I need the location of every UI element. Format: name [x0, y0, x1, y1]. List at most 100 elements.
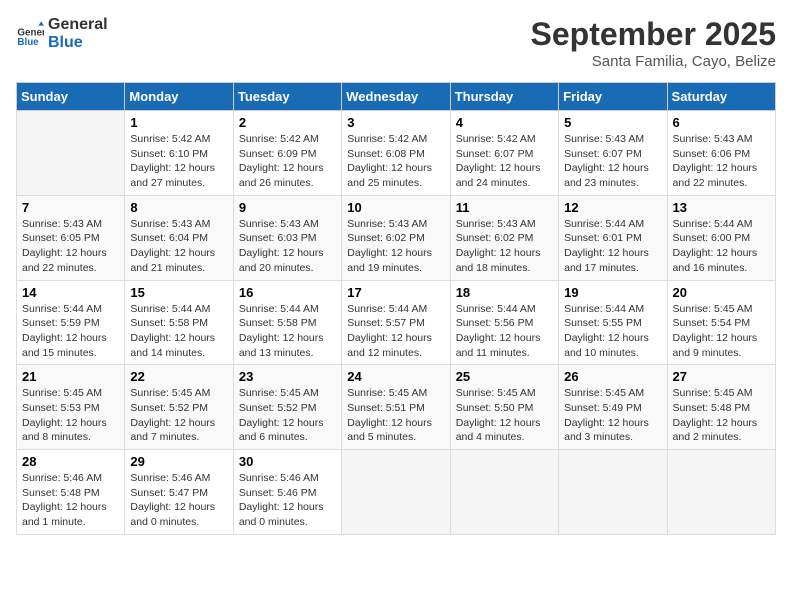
day-cell: 20 Sunrise: 5:45 AMSunset: 5:54 PMDayligh…	[667, 280, 775, 365]
day-detail: Sunrise: 5:43 AMSunset: 6:02 PMDaylight:…	[456, 217, 553, 276]
day-detail: Sunrise: 5:45 AMSunset: 5:51 PMDaylight:…	[347, 386, 444, 445]
day-number: 22	[130, 369, 227, 384]
logo-icon: General Blue	[16, 20, 44, 48]
header-monday: Monday	[125, 83, 233, 111]
day-cell: 4 Sunrise: 5:42 AMSunset: 6:07 PMDaylight…	[450, 111, 558, 196]
day-number: 28	[22, 454, 119, 469]
header-thursday: Thursday	[450, 83, 558, 111]
calendar-header-row: SundayMondayTuesdayWednesdayThursdayFrid…	[17, 83, 776, 111]
day-cell: 13 Sunrise: 5:44 AMSunset: 6:00 PMDayligh…	[667, 195, 775, 280]
day-cell: 11 Sunrise: 5:43 AMSunset: 6:02 PMDayligh…	[450, 195, 558, 280]
day-cell: 23Sunrise: 5:45 AMSunset: 5:52 PMDayligh…	[233, 365, 341, 450]
day-detail: Sunrise: 5:43 AMSunset: 6:05 PMDaylight:…	[22, 217, 119, 276]
day-number: 30	[239, 454, 336, 469]
day-detail: Sunrise: 5:45 AMSunset: 5:54 PMDaylight:…	[673, 302, 770, 361]
day-detail: Sunrise: 5:45 AMSunset: 5:52 PMDaylight:…	[130, 386, 227, 445]
header-sunday: Sunday	[17, 83, 125, 111]
week-row-4: 21Sunrise: 5:45 AMSunset: 5:53 PMDayligh…	[17, 365, 776, 450]
day-detail: Sunrise: 5:45 AMSunset: 5:49 PMDaylight:…	[564, 386, 661, 445]
day-detail: Sunrise: 5:44 AMSunset: 5:59 PMDaylight:…	[22, 302, 119, 361]
day-number: 19	[564, 285, 661, 300]
day-cell: 10 Sunrise: 5:43 AMSunset: 6:02 PMDayligh…	[342, 195, 450, 280]
day-number: 27	[673, 369, 770, 384]
header-wednesday: Wednesday	[342, 83, 450, 111]
day-number: 8	[130, 200, 227, 215]
day-number: 14	[22, 285, 119, 300]
day-detail: Sunrise: 5:46 AMSunset: 5:46 PMDaylight:…	[239, 471, 336, 530]
title-area: September 2025 Santa Familia, Cayo, Beli…	[531, 16, 776, 70]
day-cell: 14 Sunrise: 5:44 AMSunset: 5:59 PMDayligh…	[17, 280, 125, 365]
day-number: 9	[239, 200, 336, 215]
header-friday: Friday	[559, 83, 667, 111]
day-detail: Sunrise: 5:44 AMSunset: 5:58 PMDaylight:…	[239, 302, 336, 361]
day-cell: 9Sunrise: 5:43 AMSunset: 6:03 PMDaylight…	[233, 195, 341, 280]
day-cell: 22 Sunrise: 5:45 AMSunset: 5:52 PMDayligh…	[125, 365, 233, 450]
day-number: 1	[130, 115, 227, 130]
week-row-2: 7Sunrise: 5:43 AMSunset: 6:05 PMDaylight…	[17, 195, 776, 280]
subtitle: Santa Familia, Cayo, Belize	[531, 53, 776, 70]
day-number: 2	[239, 115, 336, 130]
day-detail: Sunrise: 5:46 AMSunset: 5:47 PMDaylight:…	[130, 471, 227, 530]
day-number: 4	[456, 115, 553, 130]
day-cell: 28 Sunrise: 5:46 AMSunset: 5:48 PMDayligh…	[17, 450, 125, 535]
day-cell: 21Sunrise: 5:45 AMSunset: 5:53 PMDayligh…	[17, 365, 125, 450]
day-cell: 16 Sunrise: 5:44 AMSunset: 5:58 PMDayligh…	[233, 280, 341, 365]
day-cell: 7Sunrise: 5:43 AMSunset: 6:05 PMDaylight…	[17, 195, 125, 280]
day-detail: Sunrise: 5:42 AMSunset: 6:10 PMDaylight:…	[130, 132, 227, 191]
day-number: 15	[130, 285, 227, 300]
day-detail: Sunrise: 5:44 AMSunset: 5:56 PMDaylight:…	[456, 302, 553, 361]
day-cell: 30 Sunrise: 5:46 AMSunset: 5:46 PMDayligh…	[233, 450, 341, 535]
day-number: 25	[456, 369, 553, 384]
day-number: 24	[347, 369, 444, 384]
header-saturday: Saturday	[667, 83, 775, 111]
day-number: 26	[564, 369, 661, 384]
day-cell: 24 Sunrise: 5:45 AMSunset: 5:51 PMDayligh…	[342, 365, 450, 450]
day-number: 16	[239, 285, 336, 300]
day-number: 6	[673, 115, 770, 130]
logo-line2: Blue	[48, 34, 108, 52]
day-cell: 12Sunrise: 5:44 AMSunset: 6:01 PMDayligh…	[559, 195, 667, 280]
day-detail: Sunrise: 5:42 AMSunset: 6:08 PMDaylight:…	[347, 132, 444, 191]
day-number: 11	[456, 200, 553, 215]
main-title: September 2025	[531, 16, 776, 53]
day-cell: 2 Sunrise: 5:42 AMSunset: 6:09 PMDaylight…	[233, 111, 341, 196]
day-cell	[450, 450, 558, 535]
day-cell: 25 Sunrise: 5:45 AMSunset: 5:50 PMDayligh…	[450, 365, 558, 450]
day-detail: Sunrise: 5:45 AMSunset: 5:50 PMDaylight:…	[456, 386, 553, 445]
day-cell: 29Sunrise: 5:46 AMSunset: 5:47 PMDayligh…	[125, 450, 233, 535]
day-cell: 8Sunrise: 5:43 AMSunset: 6:04 PMDaylight…	[125, 195, 233, 280]
day-cell	[559, 450, 667, 535]
day-detail: Sunrise: 5:44 AMSunset: 6:00 PMDaylight:…	[673, 217, 770, 276]
day-cell	[17, 111, 125, 196]
logo: General Blue General Blue	[16, 16, 108, 51]
day-cell: 3 Sunrise: 5:42 AMSunset: 6:08 PMDaylight…	[342, 111, 450, 196]
day-detail: Sunrise: 5:44 AMSunset: 6:01 PMDaylight:…	[564, 217, 661, 276]
day-cell: 6 Sunrise: 5:43 AMSunset: 6:06 PMDaylight…	[667, 111, 775, 196]
day-detail: Sunrise: 5:42 AMSunset: 6:07 PMDaylight:…	[456, 132, 553, 191]
day-cell	[342, 450, 450, 535]
day-number: 17	[347, 285, 444, 300]
day-cell: 27Sunrise: 5:45 AMSunset: 5:48 PMDayligh…	[667, 365, 775, 450]
day-detail: Sunrise: 5:44 AMSunset: 5:58 PMDaylight:…	[130, 302, 227, 361]
day-detail: Sunrise: 5:43 AMSunset: 6:02 PMDaylight:…	[347, 217, 444, 276]
header: General Blue General Blue September 2025…	[16, 16, 776, 70]
day-detail: Sunrise: 5:43 AMSunset: 6:06 PMDaylight:…	[673, 132, 770, 191]
day-number: 20	[673, 285, 770, 300]
day-detail: Sunrise: 5:45 AMSunset: 5:52 PMDaylight:…	[239, 386, 336, 445]
week-row-1: 1 Sunrise: 5:42 AMSunset: 6:10 PMDaylight…	[17, 111, 776, 196]
day-detail: Sunrise: 5:42 AMSunset: 6:09 PMDaylight:…	[239, 132, 336, 191]
day-detail: Sunrise: 5:46 AMSunset: 5:48 PMDaylight:…	[22, 471, 119, 530]
day-cell: 17 Sunrise: 5:44 AMSunset: 5:57 PMDayligh…	[342, 280, 450, 365]
day-cell: 5Sunrise: 5:43 AMSunset: 6:07 PMDaylight…	[559, 111, 667, 196]
day-detail: Sunrise: 5:45 AMSunset: 5:53 PMDaylight:…	[22, 386, 119, 445]
day-cell: 26 Sunrise: 5:45 AMSunset: 5:49 PMDayligh…	[559, 365, 667, 450]
week-row-5: 28 Sunrise: 5:46 AMSunset: 5:48 PMDayligh…	[17, 450, 776, 535]
svg-text:Blue: Blue	[17, 37, 39, 48]
day-detail: Sunrise: 5:44 AMSunset: 5:57 PMDaylight:…	[347, 302, 444, 361]
day-number: 3	[347, 115, 444, 130]
day-number: 13	[673, 200, 770, 215]
day-number: 18	[456, 285, 553, 300]
logo-line1: General	[48, 16, 108, 34]
day-number: 10	[347, 200, 444, 215]
calendar-table: SundayMondayTuesdayWednesdayThursdayFrid…	[16, 82, 776, 535]
